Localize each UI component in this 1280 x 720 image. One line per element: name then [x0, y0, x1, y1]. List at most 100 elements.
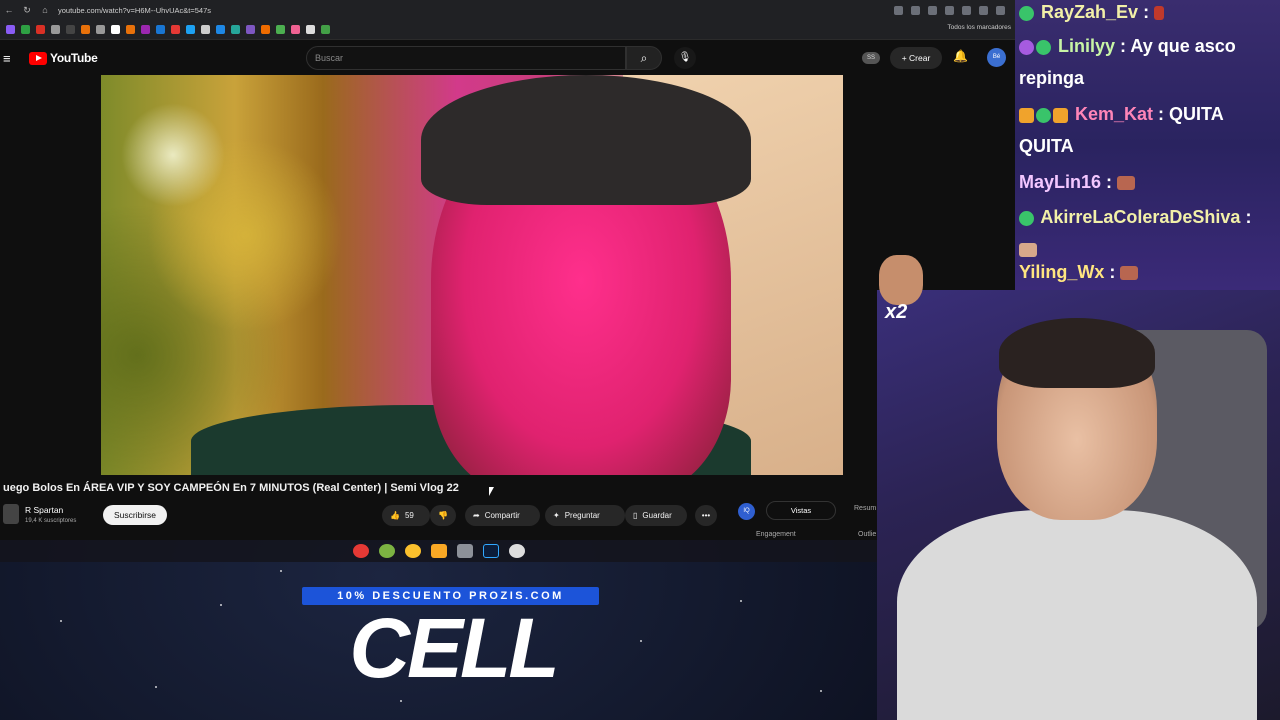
share-icon: ➦ — [473, 511, 480, 520]
more-actions-button[interactable]: ••• — [695, 505, 717, 526]
bookmark-icon[interactable] — [171, 25, 180, 34]
bookmark-icon[interactable] — [6, 25, 15, 34]
chat-badge-icon — [1019, 107, 1034, 123]
analytics-logo-icon[interactable]: IQ — [738, 503, 755, 520]
download-icon[interactable] — [979, 5, 988, 15]
outlier-label: Outlie — [858, 531, 877, 538]
bookmark-icon[interactable] — [51, 25, 60, 34]
bookmark-icon[interactable] — [201, 25, 210, 34]
chat-username: Linilyy — [1058, 36, 1116, 56]
back-icon[interactable]: ← — [0, 5, 18, 15]
chat-username: Kem_Kat — [1075, 104, 1154, 124]
chat-message: RayZah_Ev : — [1019, 0, 1279, 28]
channel-name[interactable]: R Spartan — [25, 505, 63, 515]
ask-button[interactable]: ✦ Preguntar — [545, 505, 625, 526]
like-count: 59 — [404, 511, 414, 520]
sparkle-icon: ✦ — [553, 511, 560, 520]
brand-wordmark: CELL — [349, 601, 559, 695]
bookmark-icon[interactable] — [96, 25, 105, 34]
app-icon[interactable] — [378, 544, 395, 558]
chat-badge-icon — [1019, 210, 1034, 226]
bookmark-icon[interactable] — [276, 25, 285, 34]
zoom-icon[interactable] — [894, 5, 903, 15]
photoshop-icon[interactable] — [482, 544, 499, 558]
extension-icon[interactable] — [945, 5, 954, 15]
star — [155, 686, 157, 688]
chat-message: Linilyy : Ay que asco repinga — [1019, 36, 1236, 88]
tab-vistas[interactable]: Vistas — [766, 501, 836, 520]
search-input[interactable]: Buscar — [306, 46, 626, 70]
bookmark-icon[interactable] — [216, 25, 225, 34]
create-button[interactable]: + Crear — [890, 47, 942, 69]
hamburger-menu-icon[interactable]: ≡ — [3, 51, 17, 66]
mouse-cursor-icon — [489, 487, 494, 496]
search-icon[interactable]: ⌕ — [626, 46, 662, 70]
folder-icon[interactable] — [430, 544, 447, 558]
cast-icon[interactable] — [911, 5, 920, 15]
chat-text: Ay que asco repinga — [1019, 36, 1236, 88]
url-field[interactable]: youtube.com/watch?v=H6M--UhvUAc&t=547s — [58, 6, 894, 15]
bookmark-icon[interactable] — [321, 25, 330, 34]
chat-username: MayLin16 — [1019, 172, 1102, 192]
bookmark-icon[interactable] — [21, 25, 30, 34]
app-icon[interactable] — [508, 544, 525, 558]
bookmark-icon[interactable] — [306, 25, 315, 34]
chrome-icon[interactable] — [404, 544, 421, 558]
dislike-button[interactable]: 👎 — [430, 505, 456, 526]
app-icon[interactable] — [352, 544, 369, 558]
address-bar: ← ↻ ⌂ youtube.com/watch?v=H6M--UhvUAc&t=… — [0, 0, 1015, 20]
like-button[interactable]: 👍 59 — [382, 505, 430, 526]
bookmark-icon[interactable] — [141, 25, 150, 34]
bookmark-icon[interactable] — [156, 25, 165, 34]
browser-window: ← ↻ ⌂ youtube.com/watch?v=H6M--UhvUAc&t=… — [0, 0, 1015, 540]
chat-badge-icon — [1036, 107, 1051, 123]
emote-icon — [1120, 266, 1139, 281]
youtube-logo[interactable]: YouTube — [29, 51, 98, 65]
star — [400, 700, 402, 702]
notifications-bell-icon[interactable]: 🔔 — [953, 49, 968, 63]
bookmarks-bar: Todos los marcadores — [0, 20, 1015, 40]
profile-icon[interactable] — [996, 5, 1005, 15]
bookmark-icon[interactable] — [186, 25, 195, 34]
chat-username: RayZah_Ev — [1041, 2, 1139, 22]
reaction-emote: x2 — [877, 255, 927, 330]
all-bookmarks-link[interactable]: Todos los marcadores — [947, 24, 1011, 31]
bookmark-icon[interactable] — [261, 25, 270, 34]
bookmark-icon[interactable] — [81, 25, 90, 34]
thumbs-down-icon: 👎 — [438, 511, 448, 520]
webcam-feed — [877, 290, 1280, 720]
app-icon[interactable] — [456, 544, 473, 558]
logo-text: YouTube — [50, 51, 98, 65]
bookmark-icon[interactable] — [231, 25, 240, 34]
chat-badge-icon — [1019, 39, 1034, 55]
youtube-play-icon — [29, 51, 47, 65]
channel-avatar[interactable] — [3, 504, 19, 524]
chat-message: Kem_Kat : QUITA QUITA — [1019, 104, 1224, 156]
bookmark-icon[interactable] — [66, 25, 75, 34]
share-label: Compartir — [484, 511, 520, 520]
reaction-face-icon — [879, 255, 923, 305]
bookmark-icon[interactable] — [126, 25, 135, 34]
emote-icon — [1117, 176, 1136, 191]
tab-resumen[interactable]: Resum — [854, 505, 876, 512]
ss-badge: SS — [862, 52, 880, 64]
save-button[interactable]: ▯ Guardar — [625, 505, 687, 526]
home-icon[interactable]: ⌂ — [36, 5, 54, 15]
ask-label: Preguntar — [564, 511, 600, 520]
extension-icon[interactable] — [962, 5, 971, 15]
bookmark-icon[interactable] — [291, 25, 300, 34]
star — [820, 690, 822, 692]
bookmark-icon[interactable] — [36, 25, 45, 34]
multiplier-label: x2 — [885, 301, 908, 323]
bookmark-icon[interactable] — [111, 25, 120, 34]
account-avatar[interactable]: Bé — [987, 48, 1006, 67]
bookmark-icon[interactable] — [246, 25, 255, 34]
chat-overlay: RayZah_Ev : Linilyy : Ay que asco reping… — [1015, 0, 1280, 290]
microphone-icon[interactable]: 🎙 — [674, 47, 696, 69]
engagement-label: Engagement — [756, 531, 796, 538]
video-player[interactable] — [101, 75, 843, 475]
share-button[interactable]: ➦ Compartir — [465, 505, 540, 526]
bookmark-star-icon[interactable] — [928, 5, 937, 15]
subscribe-button[interactable]: Suscribirse — [103, 505, 167, 525]
reload-icon[interactable]: ↻ — [18, 5, 36, 16]
